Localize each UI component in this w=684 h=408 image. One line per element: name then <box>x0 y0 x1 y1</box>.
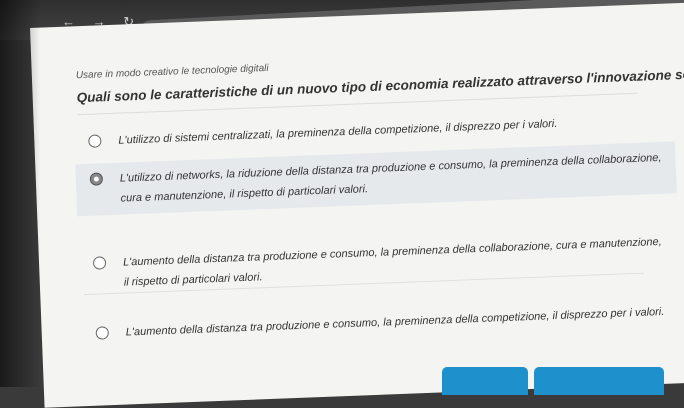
radio-unchecked-icon[interactable] <box>95 326 110 340</box>
shadow <box>0 0 40 387</box>
answer-option-3[interactable]: L'aumento della distanza tra produzione … <box>78 225 680 300</box>
answer-option-text: L'utilizzo di sistemi centralizzati, la … <box>118 117 558 147</box>
next-button[interactable] <box>534 367 664 395</box>
quiz-category: Usare in modo creativo le tecnologie dig… <box>75 62 269 82</box>
radio-unchecked-icon[interactable] <box>92 256 107 270</box>
radio-checked-icon[interactable] <box>89 172 104 186</box>
answer-option-text: L'utilizzo di networks, la riduzione del… <box>119 151 662 205</box>
answer-option-text: L'aumento della distanza tra produzione … <box>125 305 665 339</box>
answer-option-4[interactable]: L'aumento della distanza tra produzione … <box>81 295 682 350</box>
quiz-page: Usare in modo creativo le tecnologie dig… <box>30 1 684 408</box>
answer-option-text: L'aumento della distanza tra produzione … <box>122 235 662 289</box>
previous-button[interactable] <box>442 367 528 395</box>
radio-unchecked-icon[interactable] <box>88 134 102 148</box>
